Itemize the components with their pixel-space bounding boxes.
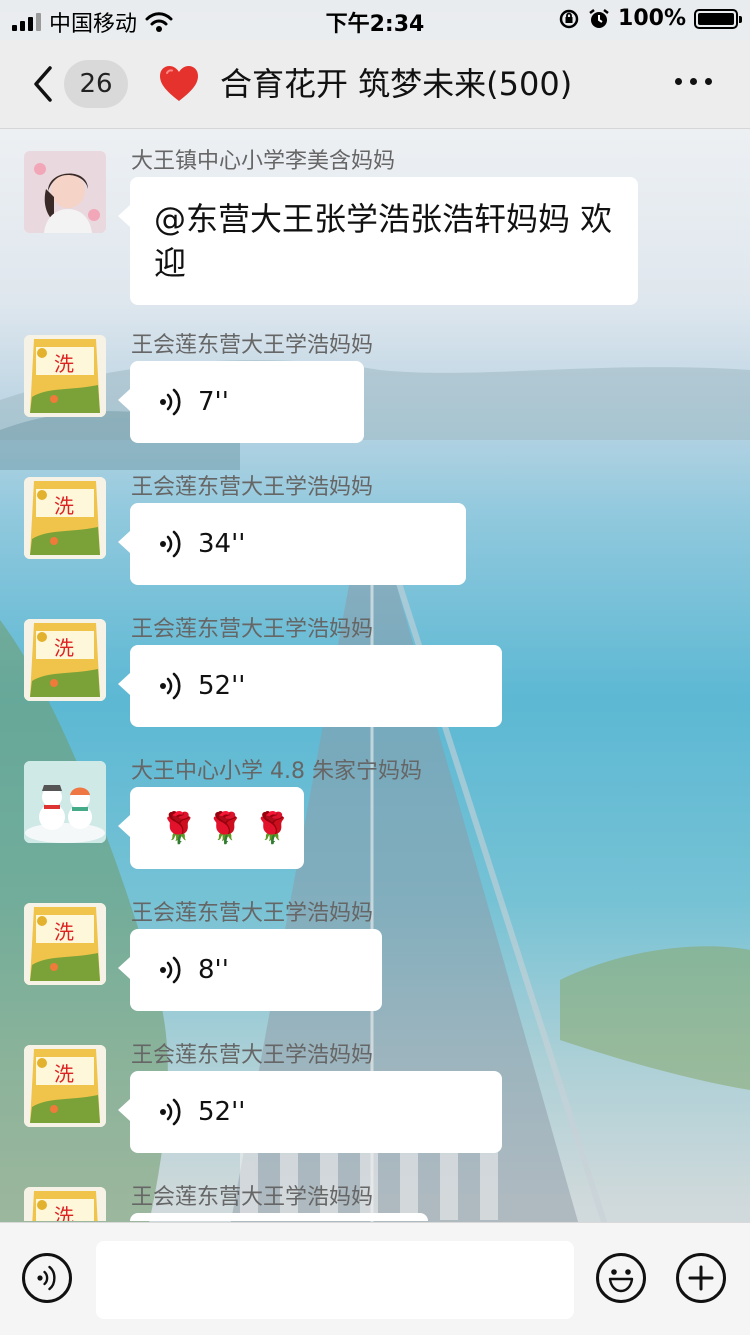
- sender-avatar[interactable]: 洗: [24, 477, 106, 559]
- voice-duration: 34'': [198, 529, 246, 559]
- sender-name: 王会莲东营大王学浩妈妈: [131, 1185, 374, 1210]
- group-title: 合育花开 筑梦未来(500): [220, 65, 573, 103]
- svg-text:洗: 洗: [54, 352, 74, 376]
- orientation-lock-icon: [559, 9, 579, 28]
- back-arrow-icon[interactable]: [28, 64, 58, 104]
- voice-duration: 52'': [198, 671, 246, 701]
- voice-duration: 8'': [198, 955, 229, 985]
- chat-header: 26 合育花开 筑梦未来(500): [0, 40, 750, 129]
- voice-duration: 7'': [198, 387, 229, 417]
- voice-input-button[interactable]: [22, 1253, 72, 1303]
- voice-wave-icon: [160, 388, 181, 416]
- battery-icon: [694, 8, 742, 29]
- product-package-icon: 洗: [24, 619, 106, 701]
- sender-avatar[interactable]: 洗: [24, 903, 106, 985]
- sender-name: 王会莲东营大王学浩妈妈: [131, 333, 374, 358]
- product-package-icon: 洗: [24, 903, 106, 985]
- emoji-button[interactable]: [596, 1253, 646, 1303]
- voice-wave-icon: [160, 1098, 181, 1126]
- voice-duration: 52'': [198, 1097, 246, 1127]
- plus-icon: [688, 1265, 714, 1291]
- voice-message-bubble[interactable]: 52'': [118, 1071, 502, 1153]
- svg-text:洗: 洗: [54, 1062, 74, 1086]
- emoji-message-bubble[interactable]: 🌹 🌹 🌹: [118, 787, 304, 869]
- svg-text:洗: 洗: [54, 1204, 74, 1221]
- product-package-icon: 洗: [24, 1187, 106, 1221]
- product-package-icon: 洗: [24, 335, 106, 417]
- product-package-icon: 洗: [24, 477, 106, 559]
- sender-name: 王会莲东营大王学浩妈妈: [131, 1043, 374, 1068]
- sender-name: 王会莲东营大王学浩妈妈: [131, 901, 374, 926]
- voice-wave-icon: [160, 956, 181, 984]
- voice-message-bubble[interactable]: [130, 1213, 428, 1221]
- sender-avatar[interactable]: 洗: [24, 1187, 106, 1221]
- sender-name: 王会莲东营大王学浩妈妈: [131, 617, 374, 642]
- heart-icon: [160, 66, 198, 101]
- status-bar: 中国移动 下午2:34 100%: [0, 0, 750, 40]
- alarm-icon: [589, 8, 609, 28]
- voice-message-bubble[interactable]: 8'': [118, 929, 382, 1011]
- battery-percent: 100%: [618, 6, 686, 31]
- smiley-icon: [608, 1269, 634, 1293]
- sender-avatar[interactable]: 洗: [24, 1045, 106, 1127]
- more-functions-button[interactable]: [676, 1253, 726, 1303]
- unread-count-badge[interactable]: 26: [64, 60, 128, 108]
- sender-name: 大王中心小学 4.8 朱家宁妈妈: [131, 759, 422, 784]
- message-list[interactable]: 大王镇中心小学李美含妈妈 @东营大王张学浩张浩轩妈妈 欢迎 洗 王会莲东营大王学…: [0, 129, 750, 1221]
- rose-emoji-text: 🌹 🌹 🌹: [160, 810, 292, 846]
- sender-avatar[interactable]: [24, 151, 106, 233]
- sender-avatar[interactable]: 洗: [24, 335, 106, 417]
- voice-wave-icon: [160, 672, 181, 700]
- text-message-bubble[interactable]: @东营大王张学浩张浩轩妈妈 欢迎: [118, 177, 638, 305]
- snowman-icon: [24, 761, 106, 843]
- svg-text:洗: 洗: [54, 636, 74, 660]
- sender-avatar[interactable]: [24, 761, 106, 843]
- sender-name: 王会莲东营大王学浩妈妈: [131, 475, 374, 500]
- voice-wave-icon: [160, 530, 181, 558]
- sender-avatar[interactable]: 洗: [24, 619, 106, 701]
- voice-message-bubble[interactable]: 52'': [118, 645, 502, 727]
- sender-name: 大王镇中心小学李美含妈妈: [131, 149, 396, 174]
- voice-wave-icon: [37, 1265, 56, 1291]
- status-right: 100%: [558, 6, 742, 31]
- girl-photo-icon: [24, 151, 106, 233]
- message-input[interactable]: [96, 1241, 574, 1319]
- voice-message-bubble[interactable]: 34'': [118, 503, 466, 585]
- svg-text:洗: 洗: [54, 920, 74, 944]
- chat-input-bar: [0, 1222, 750, 1335]
- product-package-icon: 洗: [24, 1045, 106, 1127]
- voice-message-bubble[interactable]: 7'': [118, 361, 364, 443]
- more-options-icon[interactable]: [675, 78, 712, 85]
- svg-text:洗: 洗: [54, 494, 74, 518]
